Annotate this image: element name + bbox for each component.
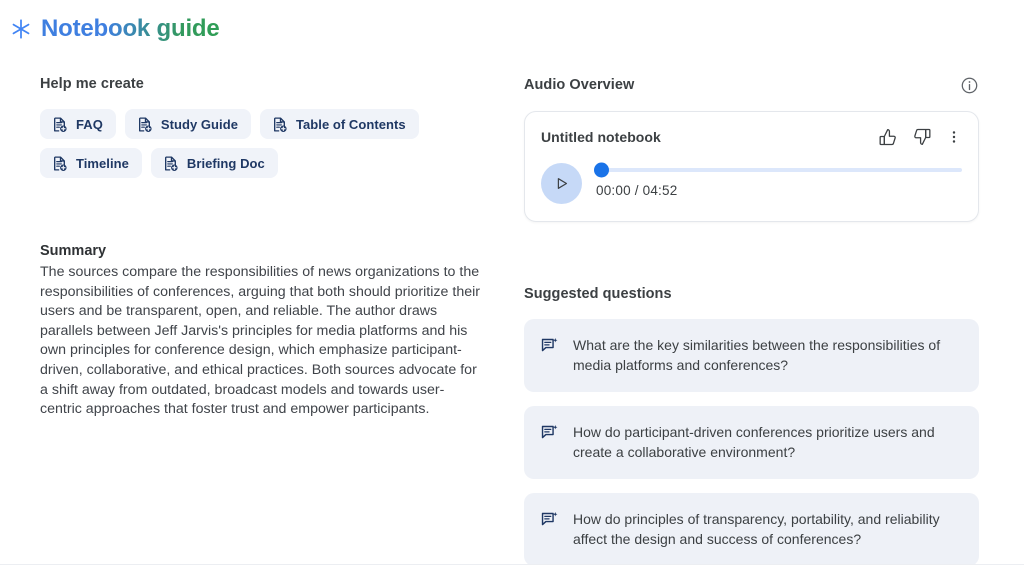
audio-card-header: Untitled notebook	[541, 127, 962, 147]
chip-label: Table of Contents	[295, 116, 406, 132]
right-column: Audio Overview Untitled notebook 00:00 /…	[524, 76, 979, 565]
notebook-title: Untitled notebook	[541, 129, 661, 145]
document-add-icon	[271, 116, 288, 133]
help-me-create-chips: FAQ Study Guide Table of Contents Timeli…	[40, 109, 485, 179]
chip-label: FAQ	[76, 116, 103, 132]
audio-card-actions	[878, 127, 962, 147]
document-add-icon	[51, 155, 68, 172]
question-sparkle-icon	[540, 509, 559, 529]
more-options-icon[interactable]	[946, 127, 962, 147]
info-icon[interactable]	[960, 76, 979, 95]
progress-column: 00:00 / 04:52	[594, 161, 962, 198]
chip-timeline[interactable]: Timeline	[40, 148, 142, 179]
question-sparkle-icon	[540, 422, 559, 442]
chip-briefing-doc[interactable]: Briefing Doc	[150, 148, 278, 179]
notebook-guide-page: Notebook guide Help me create FAQ Study …	[0, 0, 1024, 565]
document-add-icon	[136, 116, 153, 133]
suggested-question-item[interactable]: What are the key similarities between th…	[524, 319, 979, 393]
chip-label: Study Guide	[160, 116, 238, 132]
audio-overview-card: Untitled notebook 00:00 / 04:52	[524, 111, 979, 222]
chip-row-2: Timeline Briefing Doc	[40, 148, 485, 179]
suggested-question-text: How do principles of transparency, porta…	[573, 511, 940, 548]
suggested-questions-list: What are the key similarities between th…	[524, 319, 979, 565]
audio-player: 00:00 / 04:52	[541, 161, 962, 204]
audio-overview-label: Audio Overview	[524, 76, 635, 93]
document-add-icon	[162, 155, 179, 172]
audio-time-display: 00:00 / 04:52	[596, 183, 678, 198]
sparkle-icon	[10, 18, 32, 40]
audio-progress-slider[interactable]	[594, 162, 962, 178]
suggested-questions-label: Suggested questions	[524, 286, 672, 302]
help-me-create-label: Help me create	[40, 76, 144, 92]
page-header: Notebook guide	[10, 15, 220, 42]
document-add-icon	[51, 116, 68, 133]
thumb-up-icon[interactable]	[878, 127, 898, 147]
chip-study-guide[interactable]: Study Guide	[124, 109, 251, 140]
question-sparkle-icon	[540, 335, 559, 355]
chip-row-1: FAQ Study Guide Table of Contents	[40, 109, 485, 140]
progress-handle[interactable]	[594, 162, 609, 178]
summary-title: Summary	[40, 243, 107, 260]
chip-label: Timeline	[76, 155, 129, 171]
page-title: Notebook guide	[41, 15, 220, 42]
suggested-questions-section: Suggested questions What are the key sim…	[524, 286, 979, 565]
summary-body: The sources compare the responsibilities…	[40, 263, 481, 418]
audio-overview-header: Audio Overview	[524, 76, 979, 95]
chip-table-of-contents[interactable]: Table of Contents	[259, 109, 419, 140]
suggested-question-text: What are the key similarities between th…	[573, 337, 941, 374]
left-column: Help me create FAQ Study Guide Table of …	[40, 76, 485, 420]
suggested-question-item[interactable]: How do principles of transparency, porta…	[524, 493, 979, 565]
chip-faq[interactable]: FAQ	[40, 109, 116, 140]
chip-label: Briefing Doc	[186, 155, 265, 171]
thumb-down-icon[interactable]	[912, 127, 932, 147]
summary-section: Summary The sources compare the responsi…	[40, 242, 485, 419]
play-button[interactable]	[541, 163, 582, 204]
suggested-question-item[interactable]: How do participant-driven conferences pr…	[524, 406, 979, 480]
suggested-question-text: How do participant-driven conferences pr…	[573, 424, 935, 461]
